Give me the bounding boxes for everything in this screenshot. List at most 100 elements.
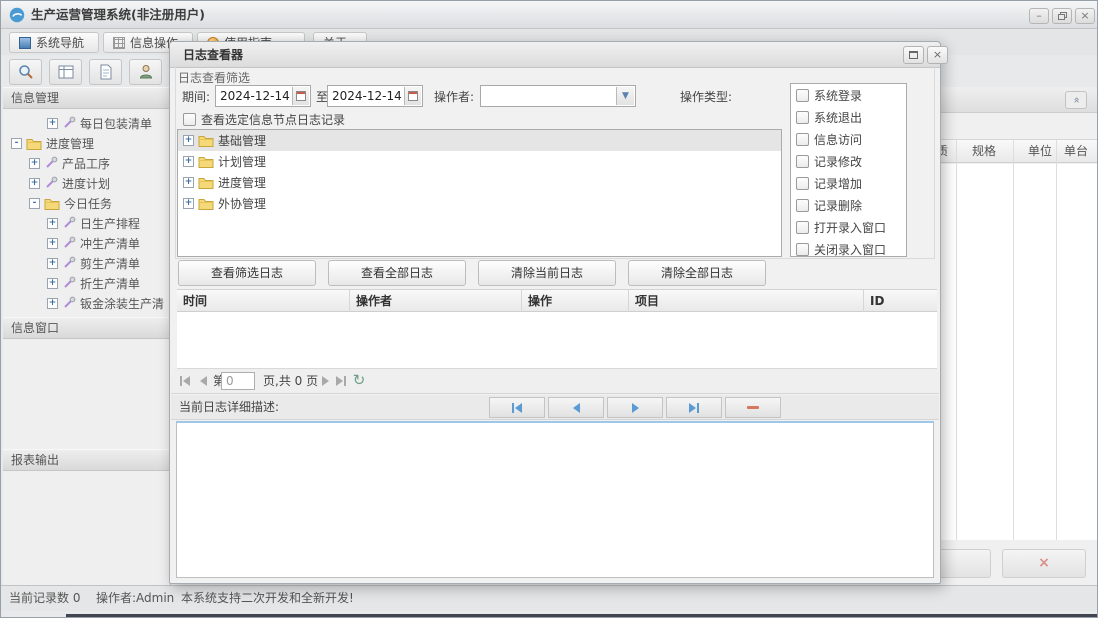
log-table-body — [177, 312, 937, 369]
type-option[interactable]: 记录增加 — [791, 172, 906, 194]
checkbox-icon[interactable] — [796, 110, 809, 124]
checkbox-icon[interactable] — [796, 242, 809, 256]
first-page-button[interactable] — [177, 373, 193, 389]
minimize-button[interactable]: – — [1029, 8, 1049, 24]
page-total-label: 页,共 0 页 — [263, 374, 319, 388]
document-button[interactable] — [89, 59, 122, 85]
checkbox-icon[interactable] — [796, 176, 809, 190]
collapse-panel-button[interactable]: « — [1065, 91, 1087, 109]
checkbox-icon[interactable] — [796, 198, 809, 212]
view-all-logs-button[interactable]: 查看全部日志 — [328, 260, 466, 286]
checkbox-icon[interactable] — [796, 88, 809, 102]
panel-header-label: 报表输出 — [11, 453, 60, 467]
user-icon — [139, 65, 152, 79]
detail-next-button[interactable] — [607, 397, 663, 418]
expand-icon[interactable]: + — [183, 198, 194, 209]
expand-icon[interactable]: + — [47, 237, 58, 249]
tree-item[interactable]: + 冲生产清单 — [3, 233, 171, 253]
title-bar: 生产运营管理系统(非注册用户) – × — [1, 1, 1097, 29]
chevron-down-icon[interactable]: ▼ — [616, 87, 634, 105]
detail-first-button[interactable] — [489, 397, 545, 418]
tool-icon — [64, 256, 76, 268]
list-view-button[interactable] — [49, 59, 82, 85]
checkbox-icon[interactable] — [796, 220, 809, 234]
type-option[interactable]: 记录删除 — [791, 194, 906, 216]
detail-prev-button[interactable] — [548, 397, 604, 418]
prev-page-button[interactable] — [195, 373, 211, 389]
dialog-title-bar[interactable]: 日志查看器 × — [170, 42, 948, 68]
panel-header-report-output[interactable]: 报表输出 — [3, 449, 171, 471]
close-button[interactable]: × — [1075, 8, 1095, 24]
detail-remove-button[interactable] — [725, 397, 781, 418]
column-header-time[interactable]: 时间 — [177, 290, 350, 312]
type-option[interactable]: 记录修改 — [791, 150, 906, 172]
panel-header-info-mgmt[interactable]: 信息管理 — [3, 87, 171, 109]
type-option[interactable]: 关闭录入窗口 — [791, 238, 906, 256]
checkbox-icon[interactable] — [796, 154, 809, 168]
tree-item[interactable]: + 进度管理 — [178, 172, 781, 193]
tree-item[interactable]: + 进度计划 — [3, 173, 171, 193]
operator-combobox[interactable]: ▼ — [480, 85, 636, 107]
last-icon — [697, 402, 699, 413]
collapse-icon[interactable]: - — [11, 137, 22, 149]
dialog-module-tree[interactable]: + 基础管理 + 计划管理 + 进度管理 + 外协管理 — [177, 129, 782, 257]
date-to-field[interactable]: 2024-12-14 — [327, 85, 423, 107]
tree-item[interactable]: + 计划管理 — [178, 151, 781, 172]
expand-icon[interactable]: + — [183, 156, 194, 167]
panel-header-info-window[interactable]: 信息窗口 — [3, 317, 171, 339]
expand-icon[interactable]: + — [29, 177, 40, 189]
tree-item[interactable]: + 每日包装清单 — [3, 113, 171, 133]
tree-item[interactable]: - 进度管理 — [3, 133, 171, 153]
expand-icon[interactable]: + — [47, 297, 58, 309]
expand-icon[interactable]: + — [183, 135, 194, 146]
tree-item-selected[interactable]: + 基础管理 — [178, 130, 781, 151]
expand-icon[interactable]: + — [47, 217, 58, 229]
type-option[interactable]: 系统登录 — [791, 84, 906, 106]
tree-item[interactable]: + 剪生产清单 — [3, 253, 171, 273]
type-option[interactable]: 打开录入窗口 — [791, 216, 906, 238]
dialog-close-button[interactable]: × — [927, 46, 948, 64]
page-number-input[interactable]: 0 — [221, 372, 255, 390]
restore-icon — [1057, 12, 1067, 20]
clear-current-logs-button[interactable]: 清除当前日志 — [478, 260, 616, 286]
column-header-project[interactable]: 项目 — [629, 290, 864, 312]
column-header-operation[interactable]: 操作 — [522, 290, 629, 312]
dialog-maximize-button[interactable] — [903, 46, 924, 64]
next-page-button[interactable] — [317, 373, 333, 389]
view-filtered-logs-button[interactable]: 查看筛选日志 — [178, 260, 316, 286]
detail-text-area[interactable] — [176, 421, 934, 578]
tree-item[interactable]: + 日生产排程 — [3, 213, 171, 233]
tab-system-nav[interactable]: 系统导航 — [9, 32, 99, 53]
restore-button[interactable] — [1052, 8, 1072, 24]
checkbox-icon[interactable] — [183, 112, 196, 126]
tree-item[interactable]: - 今日任务 — [3, 193, 171, 213]
expand-icon[interactable]: + — [47, 117, 58, 129]
type-option[interactable]: 系统退出 — [791, 106, 906, 128]
search-button[interactable] — [9, 59, 42, 85]
refresh-button[interactable]: ↻ — [349, 370, 369, 390]
date-from-field[interactable]: 2024-12-14 — [215, 85, 311, 107]
operation-type-list[interactable]: 系统登录 系统退出 信息访问 记录修改 记录增加 记录删除 打开录入窗口 关闭录… — [790, 83, 907, 257]
expand-icon[interactable]: + — [183, 177, 194, 188]
user-button[interactable] — [129, 59, 162, 85]
tree-item[interactable]: + 外协管理 — [178, 193, 781, 214]
tree-item[interactable]: + 折生产清单 — [3, 273, 171, 293]
column-header-operator[interactable]: 操作者 — [350, 290, 522, 312]
calendar-button[interactable] — [292, 87, 309, 105]
last-page-button[interactable] — [333, 373, 349, 389]
detail-last-button[interactable] — [666, 397, 722, 418]
tree-item[interactable]: + 钣金涂装生产清 — [3, 293, 171, 313]
folder-icon — [198, 157, 214, 168]
expand-icon[interactable]: + — [29, 157, 40, 169]
expand-icon[interactable]: + — [47, 277, 58, 289]
calendar-button[interactable] — [404, 87, 421, 105]
expand-icon[interactable]: + — [47, 257, 58, 269]
tree-item[interactable]: + 产品工序 — [3, 153, 171, 173]
cancel-button[interactable]: × — [1002, 549, 1086, 578]
checkbox-icon[interactable] — [796, 132, 809, 146]
clear-all-logs-button[interactable]: 清除全部日志 — [628, 260, 766, 286]
collapse-icon[interactable]: - — [29, 197, 40, 209]
node-filter-checkbox[interactable]: 查看选定信息节点日志记录 — [178, 108, 345, 130]
column-header-id[interactable]: ID — [864, 290, 936, 312]
type-option[interactable]: 信息访问 — [791, 128, 906, 150]
